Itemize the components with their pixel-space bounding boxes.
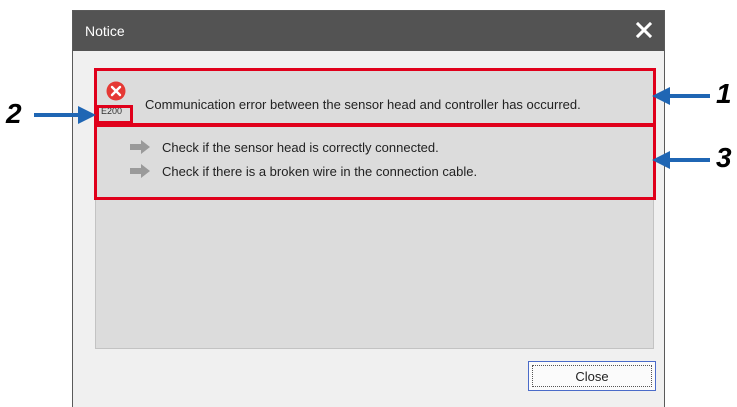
close-button[interactable]: Close (528, 361, 656, 391)
callout-number-3: 3 (716, 142, 732, 173)
callout-number-1: 1 (716, 78, 732, 109)
check-item-text: Check if there is a broken wire in the c… (162, 163, 478, 179)
list-item: Check if the sensor head is correctly co… (95, 137, 439, 157)
list-item: Check if there is a broken wire in the c… (95, 161, 477, 181)
close-button-label: Close (575, 368, 609, 384)
callout-arrow-1 (652, 87, 710, 105)
callout-number-2: 2 (6, 98, 22, 129)
dialog-title: Notice (85, 23, 125, 39)
check-item-text: Check if the sensor head is correctly co… (162, 139, 439, 155)
title-bar[interactable]: Notice (73, 11, 664, 51)
error-row: E200 Communication error between the sen… (95, 69, 654, 125)
arrow-right-icon (130, 140, 150, 154)
error-circle-x-icon (106, 81, 126, 101)
callout-arrow-2 (34, 106, 96, 124)
arrow-right-icon (130, 164, 150, 178)
close-x-icon[interactable] (630, 16, 658, 44)
notice-dialog: Notice E200 Communication error between … (72, 10, 665, 407)
callout-arrow-3 (652, 151, 710, 169)
error-message: Communication error between the sensor h… (145, 97, 581, 112)
error-code: E200 (101, 106, 123, 116)
